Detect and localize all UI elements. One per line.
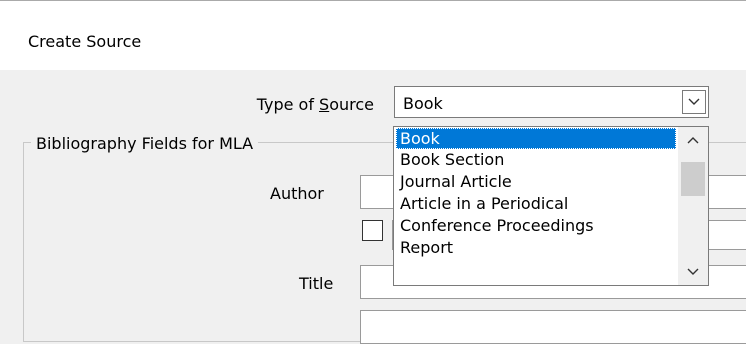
dropdown-item-book[interactable]: Book	[396, 128, 676, 149]
chevron-down-icon	[687, 268, 699, 275]
type-of-source-label-part: Type of	[256, 95, 320, 114]
type-of-source-label-part: ource	[329, 95, 374, 114]
dropdown-scrollbar[interactable]	[678, 127, 708, 285]
dropdown-item-journal-article[interactable]: Journal Article	[396, 171, 676, 192]
type-of-source-label: Type of Source	[257, 95, 374, 114]
dropdown-button[interactable]	[682, 90, 706, 114]
title-label: Title	[299, 274, 334, 293]
accelerator-key: S	[319, 95, 330, 114]
corporate-author-checkbox[interactable]	[362, 220, 383, 241]
source-type-dropdown-list[interactable]: Book Book Section Journal Article Articl…	[393, 126, 709, 286]
chevron-up-icon	[687, 137, 699, 144]
dropdown-item-article-in-periodical[interactable]: Article in a Periodical	[396, 193, 676, 214]
chevron-down-icon	[688, 98, 700, 105]
next-field-input[interactable]	[360, 310, 746, 344]
scroll-up-button[interactable]	[678, 129, 708, 151]
dropdown-item-report[interactable]: Report	[396, 237, 676, 258]
dialog-title: Create Source	[28, 32, 142, 51]
author-label: Author	[270, 184, 324, 203]
scroll-thumb[interactable]	[681, 162, 705, 196]
selected-source-type: Book	[403, 94, 443, 113]
dropdown-item-book-section[interactable]: Book Section	[396, 149, 676, 170]
bibliography-group-label: Bibliography Fields for MLA	[31, 134, 259, 153]
scroll-down-button[interactable]	[678, 261, 708, 283]
dropdown-item-conference-proceedings[interactable]: Conference Proceedings	[396, 215, 676, 236]
type-of-source-select[interactable]: Book	[394, 86, 709, 118]
dialog-header: Create Source	[0, 0, 746, 70]
